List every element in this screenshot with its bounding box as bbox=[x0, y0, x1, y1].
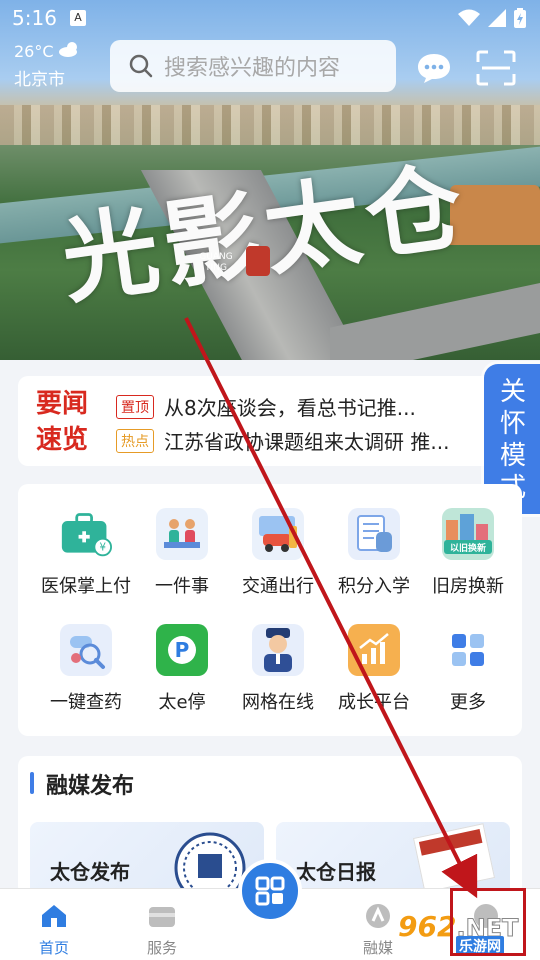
medicine-search-icon bbox=[60, 624, 112, 676]
more-grid-icon bbox=[442, 624, 494, 676]
search-placeholder: 搜索感兴趣的内容 bbox=[164, 56, 341, 81]
svg-text:¥: ¥ bbox=[99, 543, 106, 554]
news-item[interactable]: 置顶 从8次座谈会，看总书记推... bbox=[116, 392, 506, 421]
partly-cloudy-icon bbox=[59, 42, 77, 57]
service-label: 旧房换新 bbox=[432, 576, 504, 597]
service-item-grid-online[interactable]: 网格在线 bbox=[230, 624, 326, 714]
home-icon bbox=[42, 905, 66, 927]
service-item-medicine-search[interactable]: 一键查药 bbox=[38, 624, 134, 714]
services-grid: ¥ 医保掌上付 一件事 交通出行 积分入学 以旧换新 旧房换新 一键查药 P 太… bbox=[18, 484, 522, 736]
status-time: 5:16 bbox=[12, 6, 57, 30]
service-item-growth[interactable]: 成长平台 bbox=[326, 624, 422, 714]
status-bar: 5:16 A bbox=[0, 0, 540, 36]
media-card-taicang-release[interactable]: 太仓发布 bbox=[30, 822, 264, 896]
nav-scan-button[interactable] bbox=[238, 859, 302, 923]
media-card-title: 太仓发布 bbox=[50, 860, 130, 884]
service-label: 太e停 bbox=[158, 692, 206, 713]
news-headline: 从8次座谈会，看总书记推... bbox=[164, 396, 416, 420]
news-card: 要闻 速览 置顶 从8次座谈会，看总书记推... 热点 江苏省政协课题组来太调研… bbox=[18, 376, 522, 466]
svg-text:P: P bbox=[175, 638, 190, 662]
service-label: 一件事 bbox=[155, 576, 209, 597]
wallet-icon bbox=[149, 907, 175, 927]
service-label: 网格在线 bbox=[242, 692, 314, 713]
medical-kit-icon: ¥ bbox=[60, 508, 112, 560]
service-label: 一键查药 bbox=[50, 692, 122, 713]
news-badge-line1: 要闻 bbox=[36, 389, 89, 419]
media-icon bbox=[366, 904, 390, 928]
media-card-title: 太仓日报 bbox=[296, 860, 376, 884]
service-counter-icon bbox=[156, 508, 208, 560]
news-item[interactable]: 热点 江苏省政协课题组来太调研 推... bbox=[116, 426, 506, 455]
service-item-one-thing[interactable]: 一件事 bbox=[134, 508, 230, 598]
nav-label: 服务 bbox=[146, 939, 177, 957]
chat-icon[interactable] bbox=[416, 52, 452, 84]
nav-label: 首页 bbox=[38, 939, 69, 957]
wifi-icon bbox=[458, 9, 480, 26]
service-item-parking[interactable]: P 太e停 bbox=[134, 624, 230, 714]
scan-icon[interactable] bbox=[476, 50, 516, 86]
service-item-school[interactable]: 积分入学 bbox=[326, 508, 422, 598]
nav-home[interactable]: 首页 bbox=[14, 903, 94, 958]
weather-city: 北京市 bbox=[14, 70, 65, 90]
annotation-highlight-box bbox=[450, 888, 526, 956]
section-accent-bar bbox=[30, 772, 34, 794]
service-item-more[interactable]: 更多 bbox=[420, 624, 516, 714]
search-bar[interactable]: 搜索感兴趣的内容 bbox=[110, 40, 396, 92]
weather-widget[interactable]: 26°C 北京市 bbox=[14, 42, 77, 90]
notification-badge: A bbox=[70, 10, 86, 26]
watermark-site: 962 bbox=[398, 910, 457, 943]
house-renewal-icon: 以旧换新 bbox=[442, 508, 494, 560]
news-tag-pinned: 置顶 bbox=[116, 394, 154, 419]
banner-seal-caption: GUANG YING bbox=[199, 252, 233, 273]
school-bag-icon bbox=[348, 508, 400, 560]
service-label: 更多 bbox=[450, 692, 486, 713]
search-icon bbox=[129, 54, 153, 78]
service-item-house-renewal[interactable]: 以旧换新 旧房换新 bbox=[420, 508, 516, 598]
service-label: 积分入学 bbox=[338, 576, 410, 597]
service-item-traffic[interactable]: 交通出行 bbox=[230, 508, 326, 598]
banner-calligraphy: 光影太仓 bbox=[55, 148, 475, 318]
news-badge-line2: 速览 bbox=[36, 425, 89, 455]
service-label: 成长平台 bbox=[338, 692, 410, 713]
police-icon bbox=[252, 624, 304, 676]
nav-services[interactable]: 服务 bbox=[122, 903, 202, 958]
media-section-title: 融媒发布 bbox=[46, 774, 135, 799]
news-tag-hot: 热点 bbox=[116, 428, 154, 453]
svg-text:以旧换新: 以旧换新 bbox=[450, 542, 486, 554]
banner-road-secondary bbox=[330, 272, 540, 360]
news-headline: 江苏省政协课题组来太调研 推... bbox=[164, 430, 450, 454]
parking-icon: P bbox=[156, 624, 208, 676]
battery-icon bbox=[514, 8, 526, 28]
banner-seal bbox=[246, 246, 270, 276]
scan-icon bbox=[255, 876, 285, 906]
traffic-icon bbox=[252, 508, 304, 560]
news-badge: 要闻 速览 bbox=[36, 386, 96, 458]
service-item-medical-pay[interactable]: ¥ 医保掌上付 bbox=[38, 508, 134, 598]
service-label: 医保掌上付 bbox=[41, 576, 131, 597]
status-icons bbox=[458, 8, 526, 28]
growth-chart-icon bbox=[348, 624, 400, 676]
service-label: 交通出行 bbox=[242, 576, 314, 597]
signal-icon bbox=[488, 9, 506, 27]
